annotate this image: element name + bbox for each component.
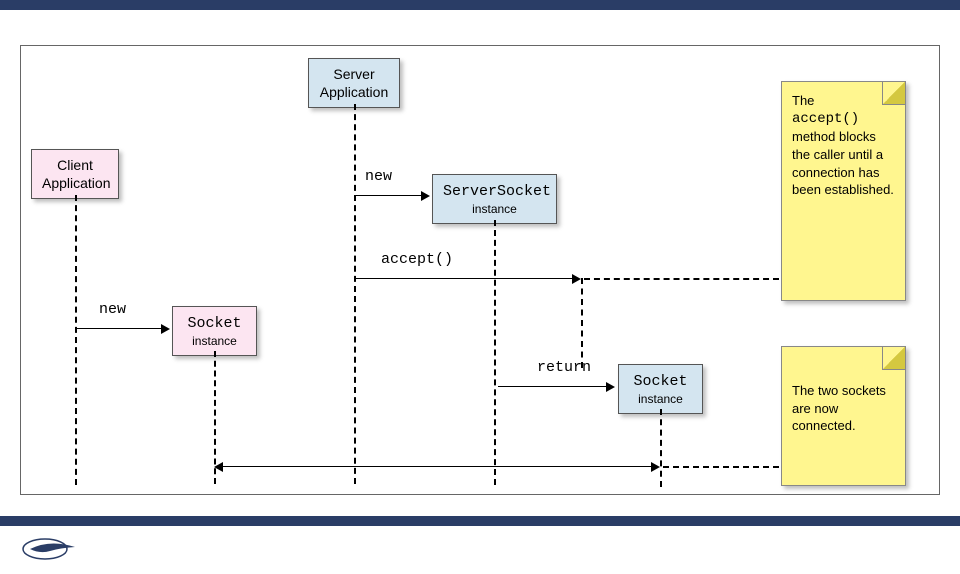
note1-rest: method blocks the caller until a connect… — [792, 128, 895, 198]
arrow-accept — [354, 278, 574, 279]
footer-logo — [20, 534, 80, 564]
clientsocket-title: Socket — [187, 315, 241, 332]
connected-arrow-right — [651, 462, 660, 472]
sequence-diagram: Client Application Server Application ne… — [20, 45, 940, 495]
note2-text: The two sockets are now connected. — [792, 382, 895, 435]
arrow-head-accept — [572, 274, 581, 284]
lifeline-server — [354, 104, 356, 484]
participant-server: Server Application — [308, 58, 400, 108]
lifeline-accept-seg — [581, 278, 583, 368]
note1-connector — [584, 278, 779, 280]
message-accept-label: accept() — [381, 251, 453, 268]
serversocket-subtitle: instance — [443, 202, 546, 218]
arrow-head-return — [606, 382, 615, 392]
serversocket-title: ServerSocket — [443, 183, 551, 200]
arrow-head-new-serversocket — [421, 191, 430, 201]
participant-client: Client Application — [31, 149, 119, 199]
note1-code: accept() — [792, 110, 895, 129]
message-new-serversocket-label: new — [365, 168, 392, 185]
message-new-clientsocket-label: new — [99, 301, 126, 318]
acceptsocket-title: Socket — [633, 373, 687, 390]
participant-serversocket: ServerSocket instance — [432, 174, 557, 224]
note-accept: The accept() method blocks the caller un… — [781, 81, 906, 301]
connected-line — [223, 466, 653, 467]
bottom-bar — [0, 516, 960, 526]
lifeline-acceptsocket — [660, 409, 662, 487]
arrow-new-serversocket — [354, 195, 423, 196]
lifeline-serversocket — [494, 220, 496, 485]
arrow-head-new-clientsocket — [161, 324, 170, 334]
note1-line1: The — [792, 92, 895, 110]
participant-acceptsocket: Socket instance — [618, 364, 703, 414]
lifeline-client — [75, 195, 77, 485]
message-return-label: return — [537, 359, 591, 376]
arrow-new-clientsocket — [76, 328, 163, 329]
participant-clientsocket: Socket instance — [172, 306, 257, 356]
connected-arrow-left — [214, 462, 223, 472]
arrow-return — [498, 386, 608, 387]
note2-connector — [663, 466, 779, 468]
clientsocket-subtitle: instance — [183, 334, 246, 350]
top-bar — [0, 0, 960, 10]
acceptsocket-subtitle: instance — [629, 392, 692, 408]
note-connected: The two sockets are now connected. — [781, 346, 906, 486]
